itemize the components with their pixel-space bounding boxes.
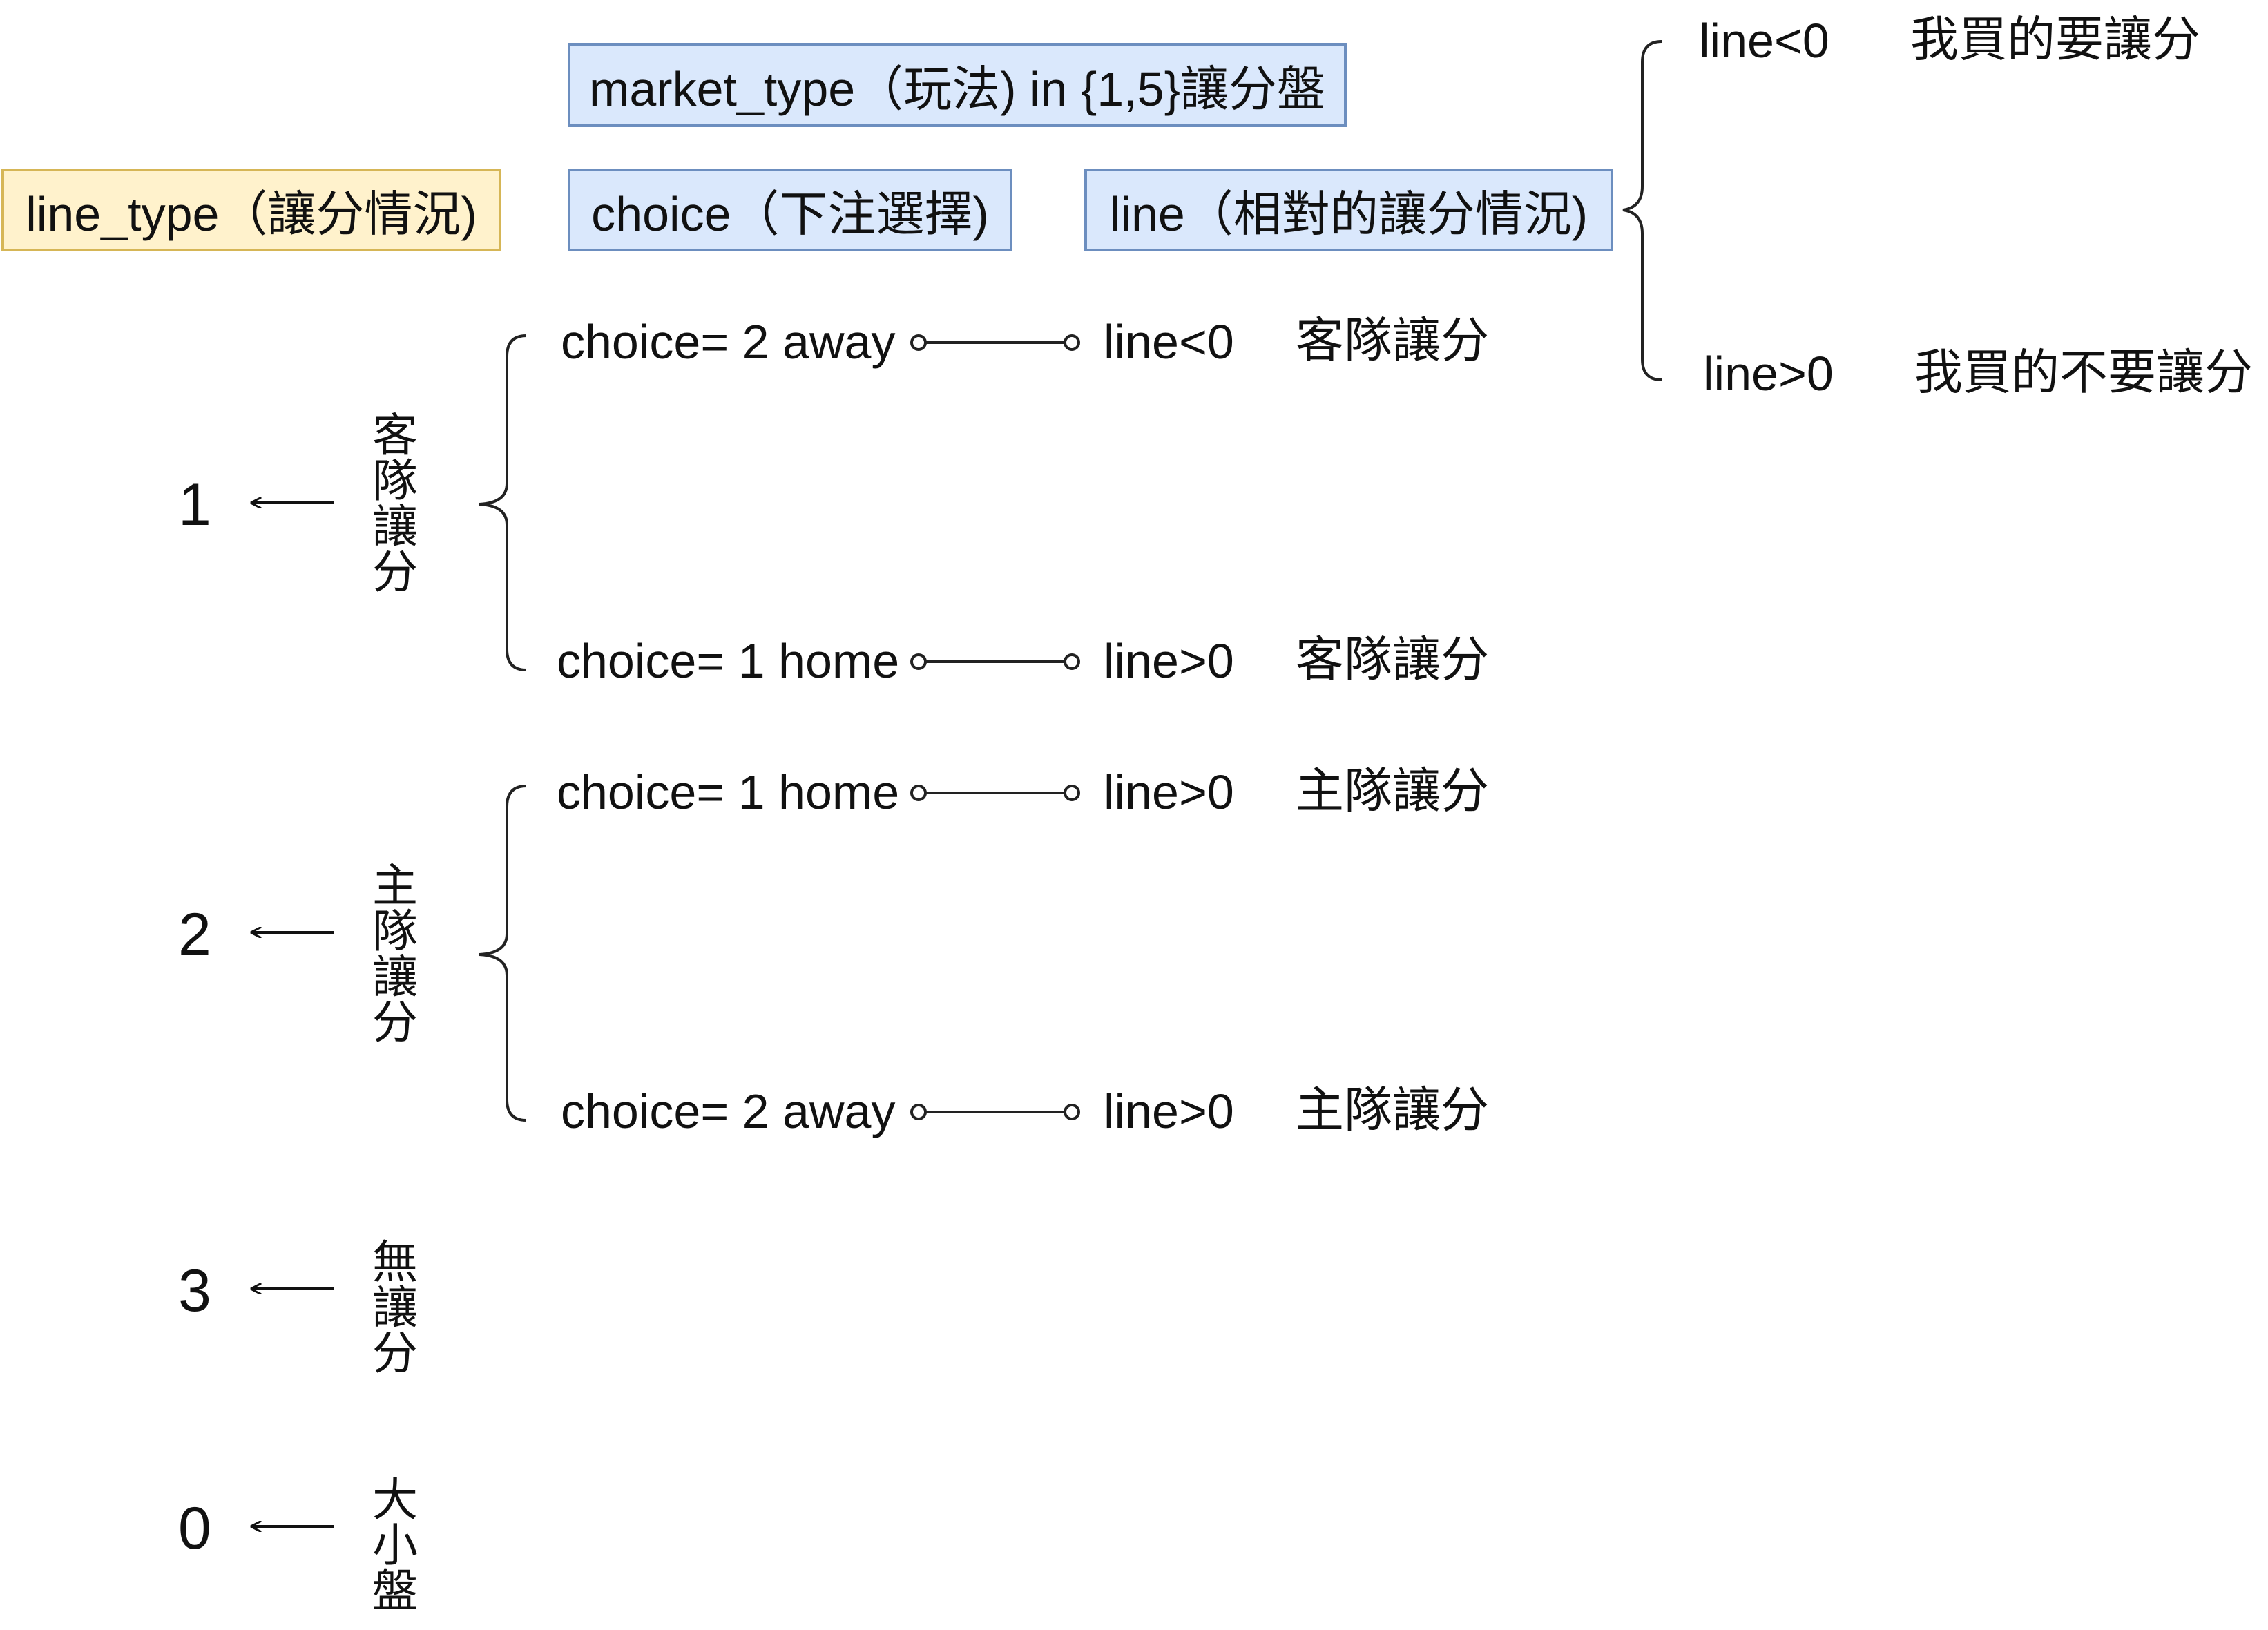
group-3-value: 3 [178,1258,211,1324]
group-0-value: 0 [178,1495,211,1562]
line-header: line（相對的讓分情況) [1084,169,1613,251]
group-3-label: 無讓分 [366,1238,417,1374]
group-2-row-2-note: 主隊讓分 [1296,1083,1489,1137]
group-1-row-2-line: line>0 [1104,634,1234,688]
line-type-header: line_type（讓分情況) [1,169,501,251]
row-connector-4 [910,1104,1080,1120]
group-0-label: 大小盤 [366,1475,417,1612]
row-connector-2 [910,653,1080,670]
group-1-row-2-note: 客隊讓分 [1296,633,1489,687]
top-right-meaning-1: 我買的要讓分 [1910,12,2200,66]
group-1-row-1-line: line<0 [1104,315,1234,369]
group-1-row-1-note: 客隊讓分 [1296,314,1489,367]
group-1-value: 1 [178,472,211,538]
group-2-row-2-line: line>0 [1104,1084,1234,1138]
top-right-line-2: line>0 [1703,347,1834,401]
group-1-brace [479,334,527,671]
group-2-label: 主隊讓分 [366,861,417,1044]
top-right-line-1: line<0 [1699,14,1829,68]
group-2-row-1-note: 主隊讓分 [1296,764,1489,818]
diagram-canvas: market_type（玩法) in {1,5}讓分盤 line_type（讓分… [0,0,2268,1630]
market-type-header: market_type（玩法) in {1,5}讓分盤 [568,43,1347,127]
group-2-brace [479,785,527,1122]
group-2-value: 2 [178,901,211,968]
group-1-row-1-choice: choice= 2 away [561,315,896,369]
group-2-row-2-choice: choice= 2 away [561,1084,896,1138]
group-2-row-1-line: line>0 [1104,765,1234,819]
top-right-meaning-2: 我買的不要讓分 [1914,345,2253,399]
row-connector-1 [910,334,1080,351]
group-1-label: 客隊讓分 [366,411,417,593]
choice-header: choice（下注選擇) [568,169,1012,251]
group-1-row-2-choice: choice= 1 home [557,634,900,688]
group-2-row-1-choice: choice= 1 home [557,765,900,819]
line-header-brace [1622,40,1662,381]
row-connector-3 [910,785,1080,801]
